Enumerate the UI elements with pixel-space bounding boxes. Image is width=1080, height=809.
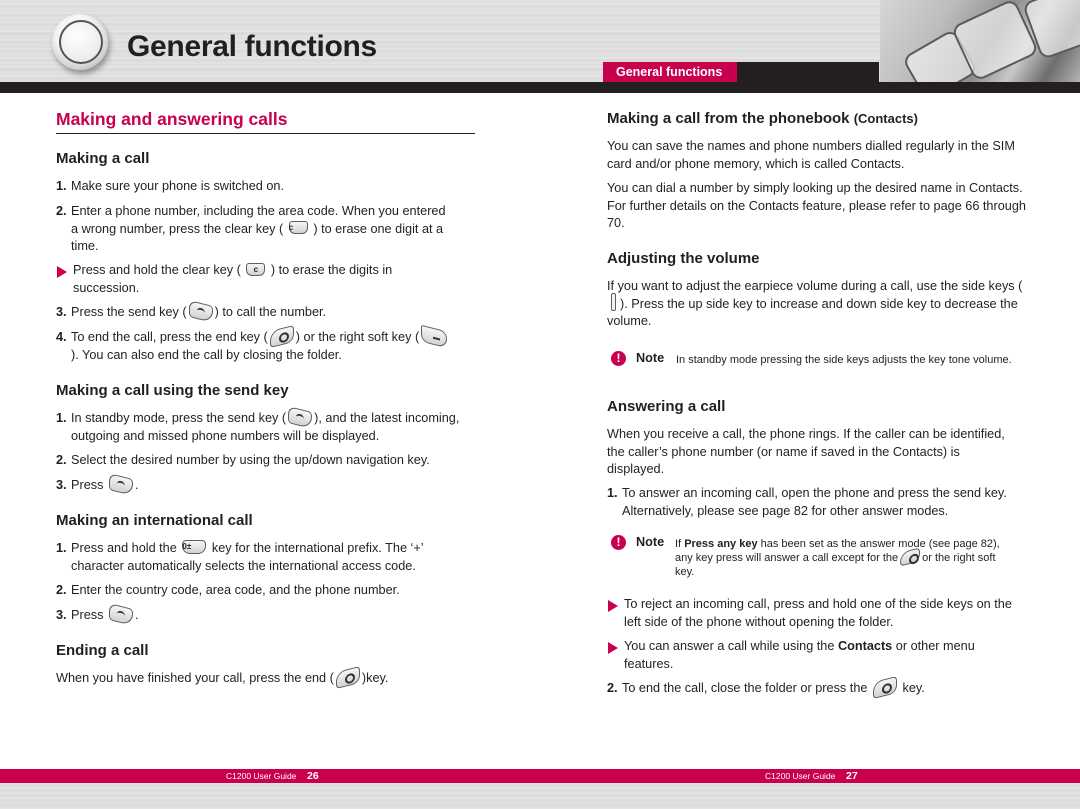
chapter-title: Making and answering calls bbox=[56, 109, 475, 134]
paragraph: If you want to adjust the earpiece volum… bbox=[607, 279, 1023, 328]
right-soft-key-icon bbox=[421, 324, 448, 348]
note: ! Note In standby mode pressing the side… bbox=[611, 351, 1031, 381]
paragraph: When you have finished your call, press … bbox=[56, 665, 476, 689]
paragraph: You can save the names and phone numbers… bbox=[607, 139, 1015, 171]
end-key-icon bbox=[269, 324, 294, 348]
list-item: 2. Enter the country code, area code, and… bbox=[56, 583, 400, 597]
paragraph: When you receive a call, the phone rings… bbox=[607, 427, 1005, 476]
heading-volume: Adjusting the volume bbox=[607, 250, 760, 267]
footer-bar bbox=[0, 769, 1080, 783]
note: ! Note If Press any key has been set as … bbox=[611, 535, 1031, 579]
footer-guide-label-right: C1200 User Guide bbox=[765, 771, 836, 781]
list-item: 1. In standby mode, press the send key ()… bbox=[56, 405, 476, 445]
heading-ending-call: Ending a call bbox=[56, 642, 149, 659]
page-header: General functions General functions bbox=[0, 0, 1080, 93]
footer-background bbox=[0, 783, 1080, 809]
heading-answering: Answering a call bbox=[607, 398, 726, 415]
list-item: 3. Press . bbox=[56, 602, 476, 626]
zero-plus-key-icon: 0± bbox=[182, 540, 207, 555]
bullet-item: Press and hold the clear key ( c ) to er… bbox=[56, 262, 456, 297]
heading-send-key: Making a call using the send key bbox=[56, 382, 289, 399]
list-item: 3. Press . bbox=[56, 472, 476, 496]
list-item: 2. To end the call, close the folder or p… bbox=[607, 675, 1027, 699]
header-divider bbox=[0, 82, 1080, 93]
page-title: General functions bbox=[127, 30, 377, 63]
bullet-triangle-icon bbox=[57, 266, 67, 278]
knob-logo-icon bbox=[52, 14, 108, 70]
list-item: 1. Press and hold the 0± key for the inte… bbox=[56, 540, 424, 573]
bullet-item: You can answer a call while using the Co… bbox=[607, 638, 1017, 673]
clear-key-icon: c bbox=[246, 262, 266, 276]
exclamation-icon: ! bbox=[611, 351, 626, 366]
bullet-item: To reject an incoming call, press and ho… bbox=[607, 596, 1017, 631]
heading-international-call: Making an international call bbox=[56, 512, 253, 529]
list-item: 4. To end the call, press the end key () … bbox=[56, 324, 456, 364]
exclamation-icon: ! bbox=[611, 535, 626, 550]
paragraph: You can dial a number by simply looking … bbox=[607, 181, 1026, 230]
page-number-left: 26 bbox=[307, 770, 319, 782]
list-item: 3. Press the send key () to call the numb… bbox=[56, 299, 476, 323]
heading-making-a-call: Making a call bbox=[56, 150, 150, 167]
send-key-icon bbox=[188, 299, 213, 323]
end-key-icon bbox=[872, 675, 897, 699]
list-item: 2. Enter a phone number, including the ar… bbox=[56, 204, 446, 253]
heading-phonebook: Making a call from the phonebook (Contac… bbox=[607, 110, 918, 127]
end-key-icon bbox=[335, 665, 360, 689]
list-item: 1. Make sure your phone is switched on. bbox=[56, 179, 284, 193]
clear-key-icon: c bbox=[289, 221, 308, 235]
send-key-icon bbox=[108, 472, 133, 496]
side-key-icon bbox=[611, 293, 616, 312]
send-key-icon bbox=[288, 405, 313, 429]
section-tab: General functions bbox=[603, 62, 737, 83]
list-item: 1. To answer an incoming call, open the p… bbox=[607, 486, 1007, 518]
send-key-icon bbox=[108, 602, 133, 626]
footer-guide-label-left: C1200 User Guide bbox=[226, 771, 297, 781]
phones-photo bbox=[880, 0, 1080, 82]
list-item: 2. Select the desired number by using the… bbox=[56, 453, 430, 467]
page-number-right: 27 bbox=[846, 770, 858, 782]
bullet-triangle-icon bbox=[608, 642, 618, 654]
bullet-triangle-icon bbox=[608, 600, 618, 612]
